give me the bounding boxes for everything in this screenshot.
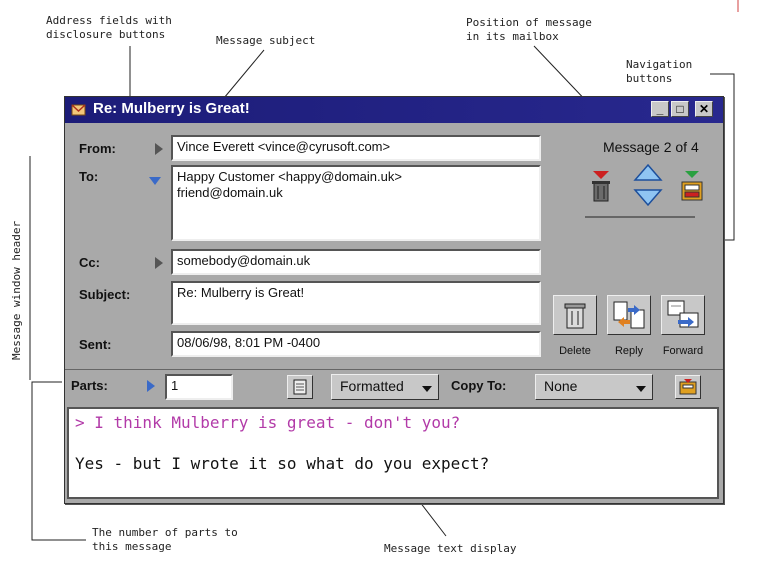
chevron-down-icon: [422, 386, 432, 392]
close-button[interactable]: ✕: [695, 101, 713, 117]
subject-field[interactable]: Re: Mulberry is Great!: [171, 281, 541, 325]
to-line-2: friend@domain.uk: [177, 185, 283, 200]
parts-count-field[interactable]: 1: [165, 374, 233, 400]
parts-label: Parts:: [71, 378, 108, 393]
delete-button[interactable]: [553, 295, 597, 335]
delete-next-icon[interactable]: [589, 169, 613, 208]
delete-label: Delete: [559, 345, 591, 357]
reply-line: Yes - but I wrote it so what do you expe…: [75, 454, 490, 473]
forward-button[interactable]: [661, 295, 705, 335]
format-dropdown[interactable]: Formatted: [331, 374, 439, 400]
copy-next-icon[interactable]: [679, 169, 705, 208]
to-label: To:: [79, 169, 99, 184]
document-icon: [293, 379, 307, 395]
from-field[interactable]: Vince Everett <vince@cyrusoft.com>: [171, 135, 541, 161]
to-field[interactable]: Happy Customer <happy@domain.uk> friend@…: [171, 165, 541, 241]
copy-mailbox-icon: [679, 379, 697, 395]
message-text-display[interactable]: > I think Mulberry is great - don't you?…: [67, 407, 719, 499]
next-message-icon[interactable]: [633, 187, 663, 212]
maximize-button[interactable]: □: [671, 101, 689, 117]
chevron-down-icon: [636, 386, 646, 392]
copy-to-button[interactable]: [675, 375, 701, 399]
copy-to-dropdown[interactable]: None: [535, 374, 653, 400]
reply-icon: [613, 301, 645, 329]
format-options-button[interactable]: [287, 375, 313, 399]
cc-label: Cc:: [79, 255, 100, 270]
title-bar[interactable]: Re: Mulberry is Great! _ □ ✕: [65, 97, 723, 123]
copy-to-selected: None: [544, 378, 578, 394]
quoted-line: > I think Mulberry is great - don't you?: [75, 413, 461, 432]
message-position-counter: Message 2 of 4: [603, 139, 699, 155]
forward-label: Forward: [662, 345, 704, 357]
to-disclosure-button[interactable]: [149, 177, 161, 185]
previous-message-icon[interactable]: [633, 163, 663, 188]
reply-button[interactable]: [607, 295, 651, 335]
minimize-button[interactable]: _: [651, 101, 669, 117]
window-title: Re: Mulberry is Great!: [93, 100, 250, 117]
sent-field: 08/06/98, 8:01 PM -0400: [171, 331, 541, 357]
subject-label: Subject:: [79, 287, 131, 302]
from-label: From:: [79, 141, 116, 156]
sent-label: Sent:: [79, 337, 112, 352]
copy-to-label: Copy To:: [451, 378, 507, 393]
to-line-1: Happy Customer <happy@domain.uk>: [177, 169, 402, 184]
from-disclosure-button[interactable]: [155, 143, 163, 155]
parts-disclosure-button[interactable]: [147, 380, 155, 392]
message-window: Re: Mulberry is Great! _ □ ✕ From: Vince…: [64, 96, 724, 504]
cc-disclosure-button[interactable]: [155, 257, 163, 269]
reply-label: Reply: [614, 345, 644, 357]
forward-icon: [667, 300, 699, 328]
trash-icon: [564, 303, 586, 329]
cc-field[interactable]: somebody@domain.uk: [171, 249, 541, 275]
format-selected: Formatted: [340, 378, 404, 394]
parts-bar: Parts: 1 Formatted Copy To: None: [65, 369, 723, 406]
nav-divider: [585, 216, 695, 218]
envelope-icon: [71, 102, 86, 117]
